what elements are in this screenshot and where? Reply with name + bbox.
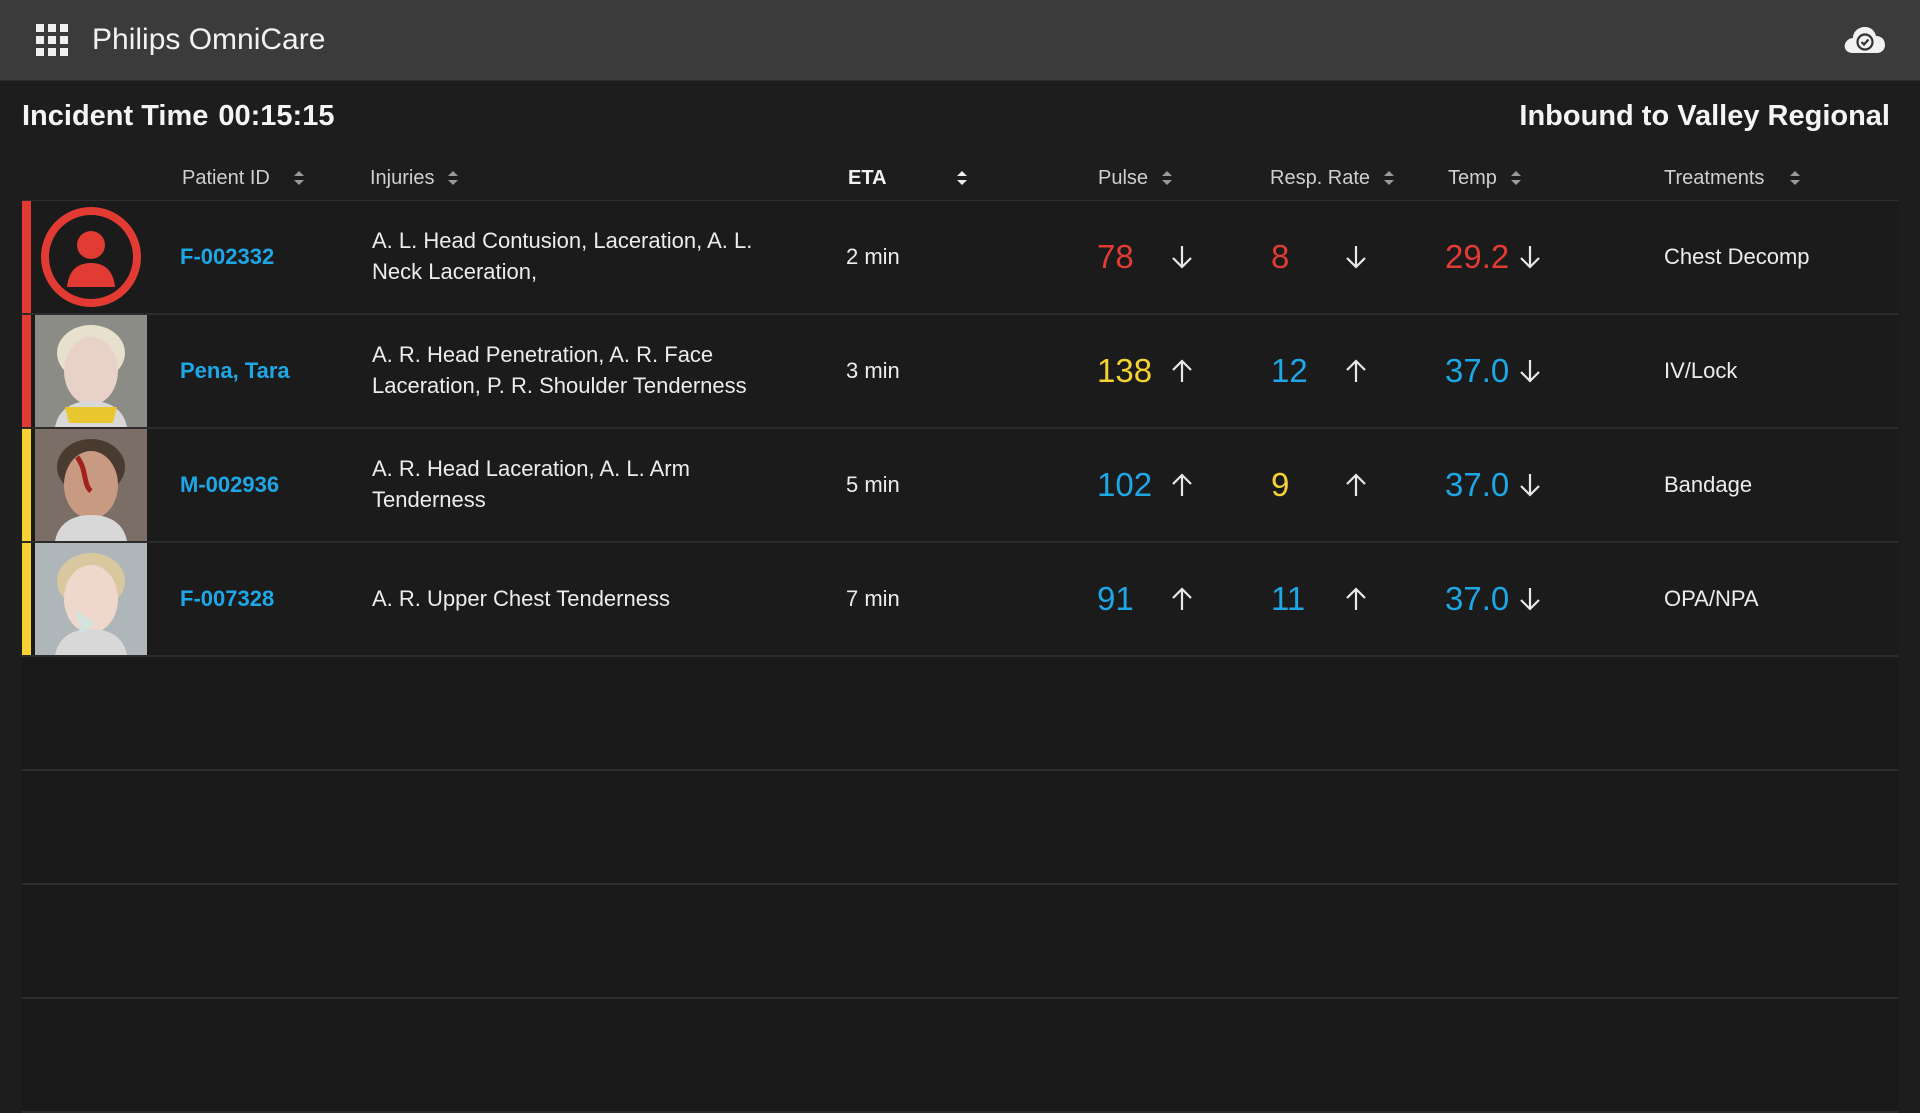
pulse-value: 138 — [1097, 352, 1153, 389]
pulse-value: 91 — [1097, 580, 1134, 617]
patient-id-link[interactable]: F-002332 — [180, 241, 274, 272]
arrow-up-icon — [1344, 471, 1368, 499]
column-header-injuries[interactable]: Injuries — [370, 164, 459, 192]
cloud-sync-icon[interactable] — [1840, 20, 1890, 60]
injuries-text: A. R. Head Laceration, A. L. Arm Tendern… — [372, 456, 690, 512]
patient-photo — [35, 429, 147, 541]
patient-table: Patient ID Injuries ETA Pulse Resp. Rate… — [22, 158, 1898, 1113]
arrow-down-icon — [1518, 585, 1542, 613]
table-row[interactable]: Pena, Tara A. R. Head Penetration, A. R. … — [22, 315, 1898, 429]
arrow-down-icon — [1518, 471, 1542, 499]
resp-rate-value: 11 — [1271, 580, 1306, 617]
arrow-up-icon — [1344, 357, 1368, 385]
severity-indicator — [22, 429, 31, 541]
patient-id-link[interactable]: Pena, Tara — [180, 355, 290, 386]
app-title: Philips OmniCare — [92, 23, 326, 56]
column-header-resp-rate[interactable]: Resp. Rate — [1270, 164, 1395, 192]
injuries-text: A. R. Head Penetration, A. R. Face Lacer… — [372, 342, 747, 398]
patient-photo — [35, 315, 147, 427]
column-header-treatments[interactable]: Treatments — [1664, 164, 1801, 192]
arrow-down-icon — [1344, 243, 1368, 271]
pulse-value: 102 — [1097, 466, 1153, 503]
severity-indicator — [22, 201, 31, 313]
eta-value: 7 min — [846, 586, 900, 611]
patient-id-link[interactable]: F-007328 — [180, 583, 274, 614]
column-header-pulse[interactable]: Pulse — [1098, 164, 1173, 192]
resp-rate-value: 12 — [1271, 352, 1308, 389]
column-header-temp[interactable]: Temp — [1448, 164, 1521, 192]
app-grid-icon[interactable] — [36, 24, 68, 56]
eta-value: 5 min — [846, 472, 900, 497]
incident-time-value: 00:15:15 — [218, 100, 335, 132]
empty-row — [22, 657, 1898, 771]
arrow-up-icon — [1170, 471, 1194, 499]
destination-label: Inbound to Valley Regional — [1519, 100, 1890, 132]
sort-icon — [1162, 170, 1173, 186]
empty-row — [22, 885, 1898, 999]
top-bar: Philips OmniCare — [0, 0, 1920, 81]
temp-value: 29.2 — [1445, 238, 1510, 275]
arrow-down-icon — [1518, 357, 1542, 385]
table-header: Patient ID Injuries ETA Pulse Resp. Rate… — [22, 158, 1898, 201]
patient-photo — [35, 543, 147, 655]
table-body: F-002332 A. L. Head Contusion, Laceration… — [22, 201, 1898, 1113]
sort-icon — [448, 170, 459, 186]
temp-value: 37.0 — [1445, 580, 1510, 617]
arrow-up-icon — [1170, 585, 1194, 613]
pulse-value: 78 — [1097, 238, 1134, 275]
sort-icon — [956, 170, 967, 186]
temp-value: 37.0 — [1445, 352, 1510, 389]
incident-time-label: Incident Time — [22, 100, 209, 132]
incident-time: Incident Time 00:15:15 — [22, 96, 334, 136]
patient-id-link[interactable]: M-002936 — [180, 469, 279, 500]
column-header-eta[interactable]: ETA — [848, 164, 967, 192]
severity-indicator — [22, 315, 31, 427]
arrow-up-icon — [1170, 357, 1194, 385]
table-row[interactable]: F-002332 A. L. Head Contusion, Laceration… — [22, 201, 1898, 315]
eta-value: 2 min — [846, 244, 900, 269]
temp-value: 37.0 — [1445, 466, 1510, 503]
table-row[interactable]: F-007328 A. R. Upper Chest Tenderness 7 mi… — [22, 543, 1898, 657]
empty-row — [22, 771, 1898, 885]
avatar-placeholder-icon — [35, 201, 147, 313]
resp-rate-value: 9 — [1271, 466, 1290, 503]
treatment-text: OPA/NPA — [1664, 586, 1759, 611]
table-row[interactable]: M-002936 A. R. Head Laceration, A. L. Arm… — [22, 429, 1898, 543]
sort-icon — [293, 170, 304, 186]
sort-icon — [1384, 170, 1395, 186]
injuries-text: A. L. Head Contusion, Laceration, A. L. … — [372, 228, 753, 284]
injuries-text: A. R. Upper Chest Tenderness — [372, 586, 670, 611]
treatment-text: Chest Decomp — [1664, 244, 1810, 269]
resp-rate-value: 8 — [1271, 238, 1290, 275]
eta-value: 3 min — [846, 358, 900, 383]
arrow-down-icon — [1518, 243, 1542, 271]
empty-row — [22, 999, 1898, 1113]
treatment-text: Bandage — [1664, 472, 1753, 497]
severity-indicator — [22, 543, 31, 655]
treatment-text: IV/Lock — [1664, 358, 1738, 383]
arrow-down-icon — [1170, 243, 1194, 271]
column-header-patient-id[interactable]: Patient ID — [182, 164, 304, 192]
arrow-up-icon — [1344, 585, 1368, 613]
sort-icon — [1510, 170, 1521, 186]
sort-icon — [1790, 170, 1801, 186]
